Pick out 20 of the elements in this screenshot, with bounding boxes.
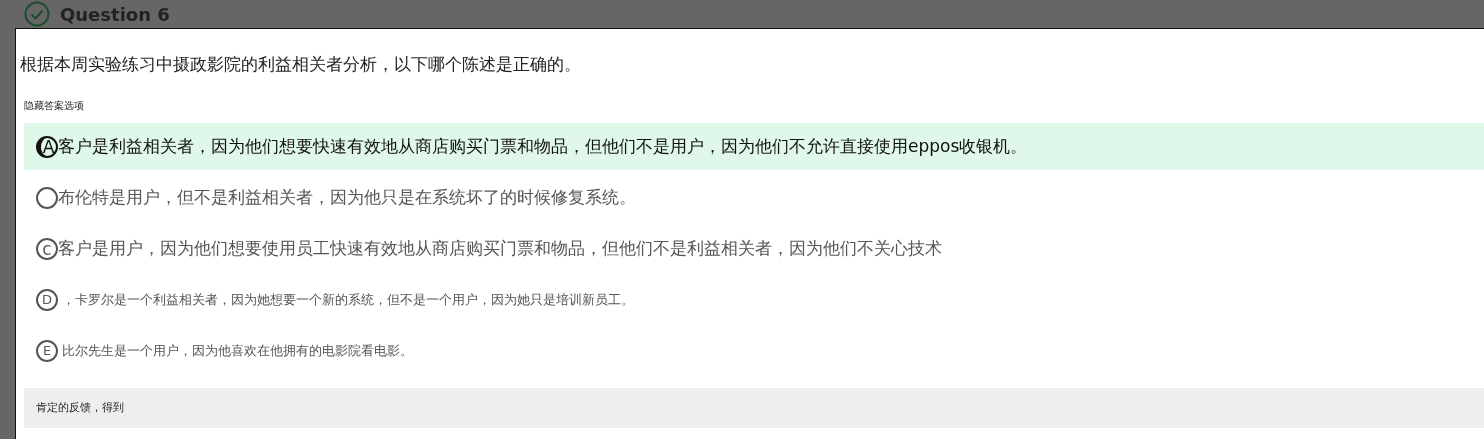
option-text: 布伦特是用户，但不是利益相关者，因为他只是在系统坏了的时候修复系统。 xyxy=(58,186,636,209)
answer-option[interactable]: D ，卡罗尔是一个利益相关者，因为她想要一个新的系统，但不是一个用户，因为她只是培训新员工。 xyxy=(24,276,1484,323)
answer-option[interactable]: c 客户是用户，因为他们想要使用员工快速有效地从商店购买门票和物品，但他们不是利益相关者，因为他们不关心技术 xyxy=(24,225,1484,272)
checkmark-icon xyxy=(24,1,50,27)
answer-option[interactable]: A 客户是利益相关者，因为他们想要快速有效地从商店购买门票和物品，但他们不是用户，因为他们不允许直接使用eppos收银机。 xyxy=(24,123,1484,170)
answer-option[interactable]: E 比尔先生是一个用户，因为他喜欢在他拥有的电影院看电影。 xyxy=(24,327,1484,374)
hide-options-link[interactable]: 隐藏答案选项 xyxy=(24,99,84,113)
option-text: 客户是用户，因为他们想要使用员工快速有效地从商店购买门票和物品，但他们不是利益相关者，因为他们不关心技术 xyxy=(58,237,942,260)
question-title: Question 6 xyxy=(60,3,170,25)
answer-option[interactable]: 布伦特是用户，但不是利益相关者，因为他只是在系统坏了的时候修复系统。 xyxy=(24,174,1484,221)
radio-button[interactable]: c xyxy=(36,237,58,260)
option-text: 比尔先生是一个用户，因为他喜欢在他拥有的电影院看电影。 xyxy=(62,341,413,360)
option-text: ，卡罗尔是一个利益相关者，因为她想要一个新的系统，但不是一个用户，因为她只是培训新员工。 xyxy=(62,290,634,309)
radio-button[interactable]: A xyxy=(36,135,58,158)
question-text: 根据本周实验练习中摄政影院的利益相关者分析，以下哪个陈述是正确的。 xyxy=(20,53,582,75)
option-text: 客户是利益相关者，因为他们想要快速有效地从商店购买门票和物品，但他们不是用户，因为他们不允许直接使用eppos收银机。 xyxy=(58,135,1028,158)
feedback-text: 肯定的反馈，得到 xyxy=(36,400,124,415)
radio-button[interactable]: D xyxy=(36,288,58,311)
radio-button[interactable] xyxy=(36,186,58,209)
radio-button[interactable]: E xyxy=(36,339,58,362)
